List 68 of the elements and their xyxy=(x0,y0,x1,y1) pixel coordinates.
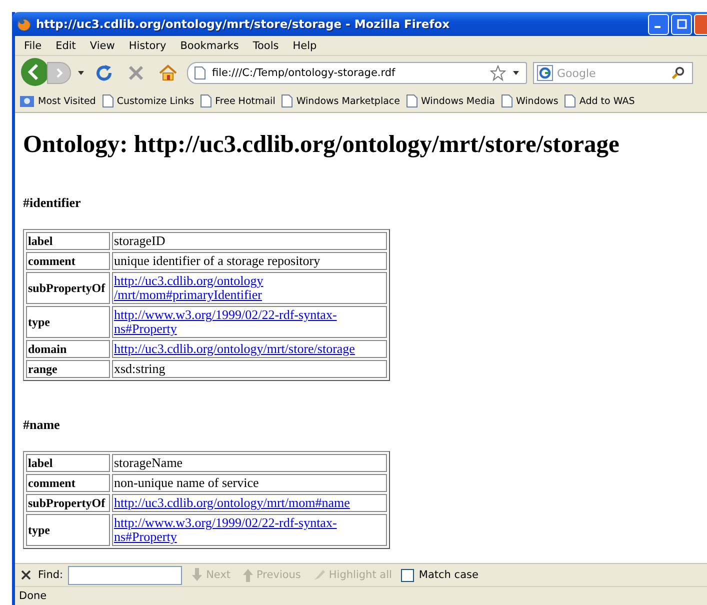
value-cell: xsd:string xyxy=(112,360,387,378)
bookmark-item[interactable]: Free Hotmail xyxy=(200,94,276,108)
maximize-icon xyxy=(676,19,686,29)
page-heading: Ontology: http://uc3.cdlib.org/ontology/mrt/store/storage xyxy=(23,131,620,159)
value-link[interactable]: http://www.w3.org/1999/02/22-rdf-syntax-ns#Property xyxy=(114,516,385,544)
menu-item[interactable]: Bookmarks xyxy=(173,40,246,52)
browser-logo-icon xyxy=(16,16,32,32)
close-icon[interactable] xyxy=(21,570,31,580)
bookmark-item[interactable]: Windows Media xyxy=(406,94,495,108)
match-case-label[interactable]: Match case xyxy=(418,569,478,581)
status-bar: Done xyxy=(15,586,707,605)
dropdown-caret-icon[interactable] xyxy=(77,69,85,77)
down-arrow-icon xyxy=(191,568,204,582)
search-box[interactable]: Google xyxy=(533,62,693,84)
page-icon xyxy=(564,94,576,108)
page-icon xyxy=(102,94,114,108)
address-field[interactable]: file:///C:/Temp/ontology-storage.rdf xyxy=(187,62,527,84)
page-icon xyxy=(500,94,513,108)
value-link[interactable]: http://uc3.cdlib.org/ontology/mrt/mom#name xyxy=(114,496,350,510)
page-icon xyxy=(281,94,294,108)
menu-item[interactable]: File xyxy=(17,40,49,52)
match-case-checkbox[interactable] xyxy=(400,568,414,582)
menu-item[interactable]: Edit xyxy=(48,40,83,52)
property-cell: range xyxy=(26,360,110,378)
bookmark-item[interactable]: Windows xyxy=(500,94,558,108)
value-link[interactable]: http://uc3.cdlib.org/ontology/mrt/store/storage xyxy=(114,342,355,356)
property-cell: label xyxy=(26,454,110,472)
value-cell: non-unique name of service xyxy=(112,474,387,492)
value-link[interactable]: http://uc3.cdlib.org/ontology /mrt/mom#primaryIdentifier xyxy=(114,274,385,302)
section-heading: #name xyxy=(23,417,61,433)
value-link[interactable]: http://www.w3.org/1999/02/22-rdf-syntax-ns#Property xyxy=(114,308,385,336)
value-cell: storageID xyxy=(112,232,387,250)
bookmark-item[interactable]: Customize Links xyxy=(102,94,194,108)
menu-item[interactable]: Help xyxy=(286,40,324,52)
find-field[interactable] xyxy=(68,566,182,584)
reload-icon[interactable] xyxy=(94,63,114,83)
find-label: Find: xyxy=(38,569,64,581)
property-cell: subPropertyOf xyxy=(26,272,110,304)
search-icon[interactable] xyxy=(671,65,685,81)
value-cell: unique identifier of a storage repository xyxy=(112,252,387,270)
menu-item[interactable]: Tools xyxy=(246,40,286,52)
property-cell: type xyxy=(26,514,110,546)
value-cell: storageName xyxy=(112,454,387,472)
bookmark-item[interactable]: Add to WAS xyxy=(564,94,635,108)
property-cell: domain xyxy=(26,340,110,358)
property-cell: comment xyxy=(26,252,110,270)
search-engine-icon[interactable] xyxy=(537,65,553,81)
property-cell: subPropertyOf xyxy=(26,494,110,512)
property-cell: type xyxy=(26,306,110,338)
property-cell: comment xyxy=(26,474,110,492)
up-arrow-icon xyxy=(242,568,254,582)
menu-item[interactable]: History xyxy=(122,40,174,52)
dropdown-caret-icon[interactable] xyxy=(512,69,520,77)
home-icon[interactable] xyxy=(158,63,178,83)
folder-icon xyxy=(19,94,35,108)
star-icon[interactable] xyxy=(490,65,506,81)
minimize-icon xyxy=(654,26,661,28)
window-title: http://uc3.cdlib.org/ontology/mrt/store/storage - Mozilla Firefox xyxy=(36,17,451,31)
page-icon xyxy=(194,66,206,80)
minimize-button[interactable] xyxy=(648,14,669,34)
bookmark-item[interactable]: Most Visited xyxy=(19,94,96,108)
page-icon xyxy=(406,94,418,108)
page-icon xyxy=(200,94,212,108)
bookmark-item[interactable]: Windows Marketplace xyxy=(281,94,400,108)
section-heading: #identifier xyxy=(23,195,82,211)
menu-item[interactable]: View xyxy=(82,40,122,52)
property-cell: label xyxy=(26,232,110,250)
maximize-button[interactable] xyxy=(671,14,692,34)
